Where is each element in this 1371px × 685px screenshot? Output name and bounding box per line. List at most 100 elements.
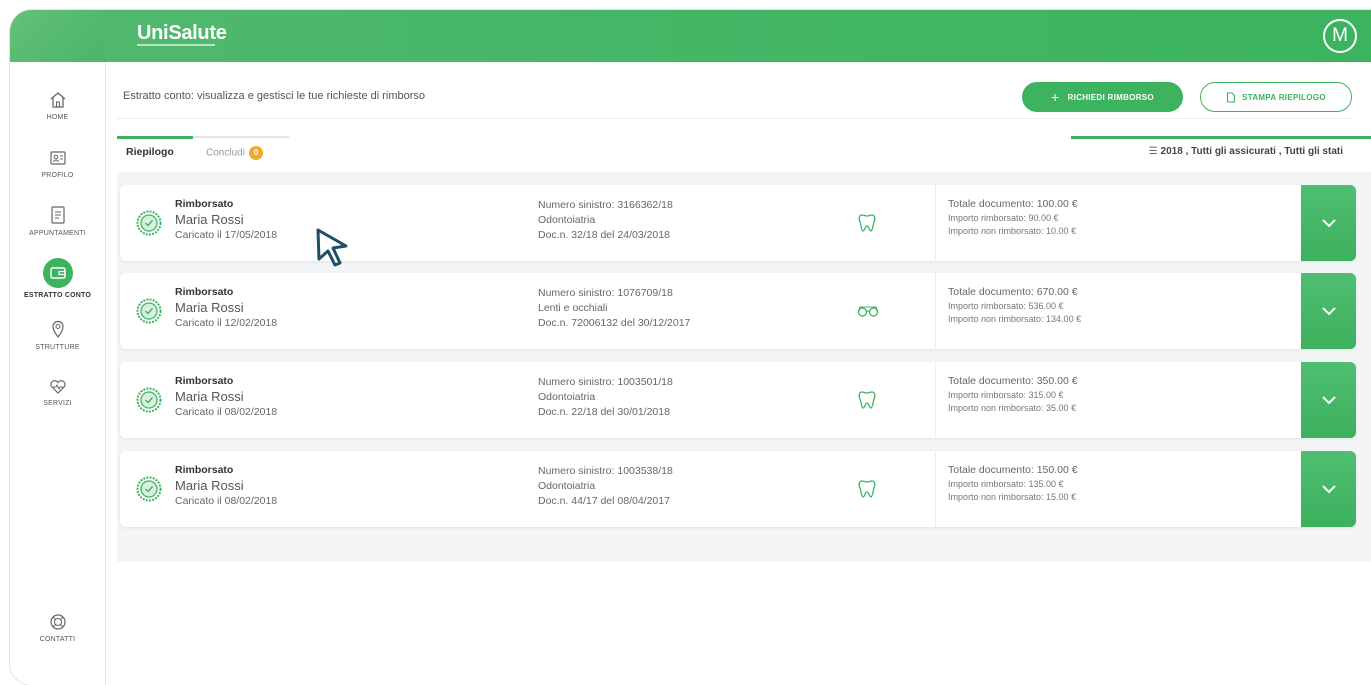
sidebar-item-label: CONTATTI: [39, 636, 76, 643]
brand-logo[interactable]: UniSalute: [137, 22, 227, 45]
plus-icon: +: [1051, 89, 1060, 105]
sidebar-item-label: ESTRATTO CONTO: [24, 292, 91, 299]
reimbursed-amount: Importo rimborsato: 536.00 €: [948, 301, 1064, 311]
chevron-down-icon: [1321, 485, 1336, 494]
tab-active-indicator: [117, 136, 193, 139]
sidebar: HOME PROFILO APPUNTAMENTI ESTRATTO CONTO…: [10, 62, 106, 685]
home-icon: [50, 92, 65, 108]
page-description: Estratto conto: visualizza e gestisci le…: [123, 90, 426, 102]
document-reference: Doc.n. 72006132 del 30/12/2017: [538, 317, 691, 329]
filter-indicator: [1071, 136, 1371, 139]
document-total: Totale documento: 350.00 €: [948, 375, 1078, 387]
insured-name: Maria Rossi: [175, 389, 244, 404]
claim-number: Numero sinistro: 1076709/18: [538, 287, 673, 299]
tab-inactive-indicator: [193, 136, 289, 138]
sidebar-item-estratto-conto[interactable]: ESTRATTO CONTO: [10, 258, 105, 299]
tooth-icon: [858, 391, 876, 409]
document-icon: [1227, 91, 1236, 103]
claim-card[interactable]: Rimborsato Maria Rossi Caricato il 08/02/2…: [120, 362, 1356, 438]
sidebar-item-contatti[interactable]: CONTATTI: [10, 612, 105, 643]
tab-label: Concludi: [206, 147, 245, 159]
sidebar-item-label: SERVIZI: [43, 400, 72, 407]
upload-date: Caricato il 08/02/2018: [175, 406, 278, 418]
reimbursed-status-icon: [136, 476, 162, 502]
stampa-riepilogo-button[interactable]: STAMPA RIEPILOGO: [1200, 82, 1352, 112]
tooth-icon: [858, 214, 876, 232]
claim-status: Rimborsato: [175, 198, 234, 210]
sidebar-item-home[interactable]: HOME: [10, 90, 105, 121]
claim-number: Numero sinistro: 1003538/18: [538, 465, 673, 477]
count-badge: 0: [248, 146, 263, 160]
button-label: STAMPA RIEPILOGO: [1242, 92, 1326, 102]
mouse-cursor-icon: [316, 228, 348, 267]
reimbursed-amount: Importo rimborsato: 315.00 €: [948, 390, 1064, 400]
sidebar-item-label: PROFILO: [41, 172, 74, 179]
button-label: RICHIEDI RIMBORSO: [1067, 92, 1154, 102]
claim-status: Rimborsato: [175, 375, 234, 387]
claim-card[interactable]: Rimborsato Maria Rossi Caricato il 17/05/2…: [120, 185, 1356, 261]
not-reimbursed-amount: Importo non rimborsato: 35.00 €: [948, 403, 1077, 413]
chevron-down-icon: [1321, 219, 1336, 228]
sidebar-item-label: APPUNTAMENTI: [29, 230, 86, 237]
claim-category: Lenti e occhiali: [538, 302, 608, 314]
insured-name: Maria Rossi: [175, 212, 244, 227]
upload-date: Caricato il 12/02/2018: [175, 317, 278, 329]
sidebar-item-servizi[interactable]: SERVIZI: [10, 378, 105, 407]
reimbursed-amount: Importo rimborsato: 135.00 €: [948, 479, 1064, 489]
reimbursed-amount: Importo rimborsato: 90.00 €: [948, 213, 1059, 223]
support-icon: [49, 614, 66, 630]
document-reference: Doc.n. 44/17 del 08/04/2017: [538, 495, 670, 507]
tab-concludi[interactable]: Concludi 0: [206, 146, 263, 160]
expand-claim-button[interactable]: [1301, 362, 1356, 438]
sidebar-item-appuntamenti[interactable]: APPUNTAMENTI: [10, 204, 105, 237]
claim-number: Numero sinistro: 3166362/18: [538, 199, 673, 211]
filter-label: 2018 , Tutti gli assicurati , Tutti gli …: [1160, 146, 1343, 157]
sidebar-item-strutture[interactable]: STRUTTURE: [10, 318, 105, 351]
document-total: Totale documento: 100.00 €: [948, 198, 1078, 210]
not-reimbursed-amount: Importo non rimborsato: 10.00 €: [948, 226, 1077, 236]
reimbursed-status-icon: [136, 298, 162, 324]
header-divider: [117, 118, 1351, 119]
upload-date: Caricato il 08/02/2018: [175, 495, 278, 507]
claim-status: Rimborsato: [175, 286, 234, 298]
claim-category: Odontoiatria: [538, 214, 596, 226]
filter-summary[interactable]: ☰ 2018 , Tutti gli assicurati , Tutti gl…: [1149, 146, 1343, 157]
expand-claim-button[interactable]: [1301, 273, 1356, 349]
document-total: Totale documento: 150.00 €: [948, 464, 1078, 476]
claim-card[interactable]: Rimborsato Maria Rossi Caricato il 08/02/2…: [120, 451, 1356, 527]
sidebar-item-label: HOME: [46, 114, 69, 121]
sidebar-header: [10, 10, 105, 62]
expand-claim-button[interactable]: [1301, 185, 1356, 261]
calendar-icon: [50, 206, 65, 224]
insured-name: Maria Rossi: [175, 300, 244, 315]
document-reference: Doc.n. 22/18 del 30/01/2018: [538, 406, 670, 418]
glasses-icon: [857, 306, 879, 317]
location-pin-icon: [51, 320, 64, 338]
heart-icon: [49, 380, 66, 394]
claim-number: Numero sinistro: 1003501/18: [538, 376, 673, 388]
sidebar-item-label: STRUTTURE: [35, 344, 80, 351]
claim-category: Odontoiatria: [538, 480, 596, 492]
tooth-icon: [858, 480, 876, 498]
claim-status: Rimborsato: [175, 464, 234, 476]
claim-card[interactable]: Rimborsato Maria Rossi Caricato il 12/02/2…: [120, 273, 1356, 349]
chevron-down-icon: [1321, 396, 1336, 405]
not-reimbursed-amount: Importo non rimborsato: 134.00 €: [948, 314, 1082, 324]
document-total: Totale documento: 670.00 €: [948, 286, 1078, 298]
expand-claim-button[interactable]: [1301, 451, 1356, 527]
wallet-icon: [49, 267, 66, 279]
user-avatar[interactable]: M: [1323, 19, 1357, 53]
insured-name: Maria Rossi: [175, 478, 244, 493]
brand-tagline-line: [137, 44, 215, 46]
richiedi-rimborso-button[interactable]: + RICHIEDI RIMBORSO: [1022, 82, 1183, 112]
chevron-down-icon: [1321, 307, 1336, 316]
claim-category: Odontoiatria: [538, 391, 596, 403]
reimbursed-status-icon: [136, 210, 162, 236]
active-indicator: [42, 258, 73, 288]
document-reference: Doc.n. 32/18 del 24/03/2018: [538, 229, 670, 241]
reimbursed-status-icon: [136, 387, 162, 413]
tab-riepilogo[interactable]: Riepilogo: [126, 146, 174, 158]
sidebar-item-profilo[interactable]: PROFILO: [10, 148, 105, 179]
filter-icon: ☰: [1148, 146, 1158, 157]
profile-card-icon: [49, 151, 66, 165]
